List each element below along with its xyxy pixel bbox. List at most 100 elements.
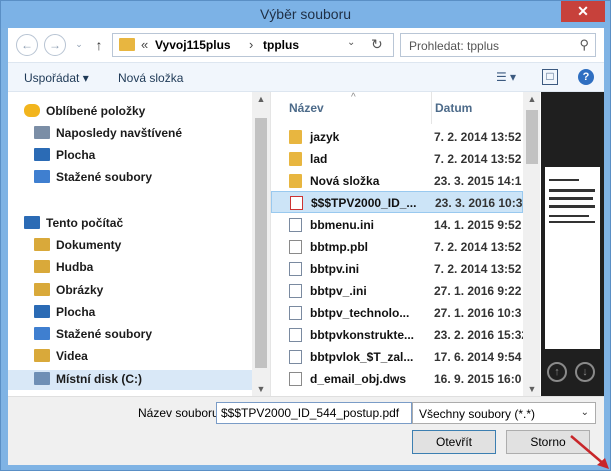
preview-pane-icon[interactable]: □	[542, 69, 558, 85]
nav-item-desktop-pc[interactable]: Plocha	[34, 305, 95, 325]
dialog-client-area: ← → ⌄ ↑ « Vyvoj115plus › tpplus ⌄ ↻ Proh…	[8, 28, 604, 465]
file-row[interactable]: bbmenu.ini 14. 1. 2015 9:52	[271, 214, 523, 236]
config-file-icon	[289, 306, 302, 320]
nav-scroll-thumb[interactable]	[255, 118, 267, 368]
nav-item-local-disk[interactable]: Místní disk (C:)	[8, 370, 252, 390]
column-header-date[interactable]: Datum	[431, 92, 523, 124]
file-row[interactable]: bbtpv.ini 7. 2. 2014 13:52	[271, 258, 523, 280]
file-row[interactable]: Nová složka 23. 3. 2015 14:1	[271, 170, 523, 192]
organize-menu-button[interactable]: Uspořádat ▾	[24, 71, 89, 85]
breadcrumb-vyvoj115plus[interactable]: Vyvoj115plus	[155, 38, 231, 52]
nav-item-downloads[interactable]: Stažené soubory	[34, 170, 152, 190]
scroll-up-icon[interactable]: ▲	[252, 94, 270, 104]
search-box[interactable]: Prohledat: tpplus ⚲	[400, 33, 596, 57]
config-file-icon	[289, 218, 302, 232]
help-icon[interactable]: ?	[578, 69, 594, 85]
folder-icon	[289, 174, 302, 188]
desktop-icon	[34, 305, 50, 318]
filename-input[interactable]	[216, 402, 412, 424]
file-dialog-window: Výběr souboru ✕ ← → ⌄ ↑ « Vyvoj115plus ›…	[0, 0, 611, 471]
computer-icon	[24, 216, 40, 229]
config-file-icon	[289, 328, 302, 342]
breadcrumb-separator-icon[interactable]: ›	[249, 37, 253, 52]
back-button[interactable]: ←	[16, 34, 38, 56]
folder-icon	[119, 38, 135, 51]
open-button[interactable]: Otevřít	[412, 430, 496, 454]
file-list-scroll-thumb[interactable]	[526, 110, 538, 164]
command-toolbar: Uspořádat ▾ Nová složka ☰ ▾ □ ?	[8, 62, 604, 92]
file-icon	[289, 372, 302, 386]
download-folder-icon	[34, 170, 50, 183]
nav-scrollbar[interactable]: ▲ ▼	[252, 92, 270, 396]
document-preview-thumbnail	[545, 167, 600, 349]
search-icon[interactable]: ⚲	[579, 37, 589, 53]
up-folder-button[interactable]: ↑	[90, 35, 108, 55]
search-input[interactable]: Prohledat: tpplus	[409, 39, 499, 53]
view-options-icon[interactable]: ☰ ▾	[488, 69, 524, 85]
preview-down-icon[interactable]: ↓	[575, 362, 595, 382]
column-header-name[interactable]: Název	[289, 92, 429, 124]
config-file-icon	[289, 262, 302, 276]
nav-item-downloads-pc[interactable]: Stažené soubory	[34, 327, 152, 347]
file-list-pane[interactable]: Název ^ Datum jazyk 7. 2. 2014 13:52 lad 7…	[270, 92, 540, 396]
forward-button[interactable]: →	[44, 34, 66, 56]
download-folder-icon	[34, 327, 50, 340]
close-button[interactable]: ✕	[561, 1, 605, 22]
folder-icon	[289, 152, 302, 166]
drive-icon	[34, 372, 50, 385]
pdf-file-icon	[290, 196, 303, 210]
pictures-icon	[34, 283, 50, 296]
nav-item-this-pc[interactable]: Tento počítač	[24, 216, 123, 236]
sort-ascending-icon: ^	[351, 92, 356, 103]
file-row-selected[interactable]: $$$TPV2000_ID_... 23. 3. 2016 10:3	[271, 191, 523, 213]
address-bar[interactable]: « Vyvoj115plus › tpplus ⌄ ↻	[112, 33, 394, 57]
config-file-icon	[289, 350, 302, 364]
nav-item-recent[interactable]: Naposledy navštívené	[34, 126, 182, 146]
nav-item-desktop[interactable]: Plocha	[34, 148, 95, 168]
desktop-icon	[34, 148, 50, 161]
filename-label: Název souboru:	[138, 406, 223, 420]
config-file-icon	[289, 284, 302, 298]
file-type-select[interactable]: Všechny soubory (*.*) ⌄	[412, 402, 596, 424]
folder-icon	[289, 130, 302, 144]
scroll-up-icon[interactable]: ▲	[523, 94, 540, 104]
file-type-value: Všechny soubory (*.*)	[419, 407, 536, 421]
window-title: Výběr souboru	[259, 6, 352, 22]
nav-item-favorites[interactable]: Oblíbené položky	[24, 104, 145, 124]
file-row[interactable]: bbtpv_.ini 27. 1. 2016 9:22	[271, 280, 523, 302]
nav-item-videos[interactable]: Videa	[34, 349, 88, 369]
file-row[interactable]: bbtmp.pbl 7. 2. 2014 13:52	[271, 236, 523, 258]
scroll-down-icon[interactable]: ▼	[252, 384, 270, 394]
address-dropdown-icon[interactable]: ⌄	[347, 37, 355, 48]
preview-up-icon[interactable]: ↑	[547, 362, 567, 382]
recent-icon	[34, 126, 50, 139]
file-row[interactable]: bbtpv_technolo... 27. 1. 2016 10:3	[271, 302, 523, 324]
file-row[interactable]: lad 7. 2. 2014 13:52	[271, 148, 523, 170]
file-row[interactable]: bbtpvkonstrukte... 23. 2. 2016 15:32	[271, 324, 523, 346]
nav-item-music[interactable]: Hudba	[34, 260, 93, 280]
breadcrumb-tpplus[interactable]: tpplus	[263, 38, 299, 52]
annotation-arrow-icon	[570, 435, 609, 469]
chevron-down-icon[interactable]: ⌄	[581, 407, 589, 418]
scroll-down-icon[interactable]: ▼	[523, 384, 540, 394]
address-row: ← → ⌄ ↑ « Vyvoj115plus › tpplus ⌄ ↻ Proh…	[8, 28, 604, 62]
file-row[interactable]: d_email_obj.dws 16. 9. 2015 16:0	[271, 368, 523, 390]
recent-locations-dropdown[interactable]: ⌄	[68, 34, 90, 56]
file-row[interactable]: jazyk 7. 2. 2014 13:52	[271, 126, 523, 148]
nav-item-documents[interactable]: Dokumenty	[34, 238, 121, 258]
file-list-scrollbar[interactable]: ▲ ▼	[523, 92, 540, 396]
videos-icon	[34, 349, 50, 362]
documents-icon	[34, 238, 50, 251]
refresh-icon[interactable]: ↻	[371, 36, 383, 53]
nav-item-pictures[interactable]: Obrázky	[34, 283, 103, 303]
preview-pane: ↑ ↓	[541, 92, 604, 396]
navigation-pane[interactable]: Oblíbené položky Naposledy navštívené Pl…	[8, 92, 270, 396]
title-bar[interactable]: Výběr souboru ✕	[1, 1, 610, 28]
file-row[interactable]: bbtpvlok_$T_zal... 17. 6. 2014 9:54	[271, 346, 523, 368]
music-icon	[34, 260, 50, 273]
file-icon	[289, 240, 302, 254]
star-icon	[24, 104, 40, 117]
dialog-footer: Název souboru: Všechny soubory (*.*) ⌄ O…	[8, 396, 604, 465]
breadcrumb-prefix[interactable]: «	[141, 37, 148, 52]
new-folder-button[interactable]: Nová složka	[118, 71, 183, 85]
